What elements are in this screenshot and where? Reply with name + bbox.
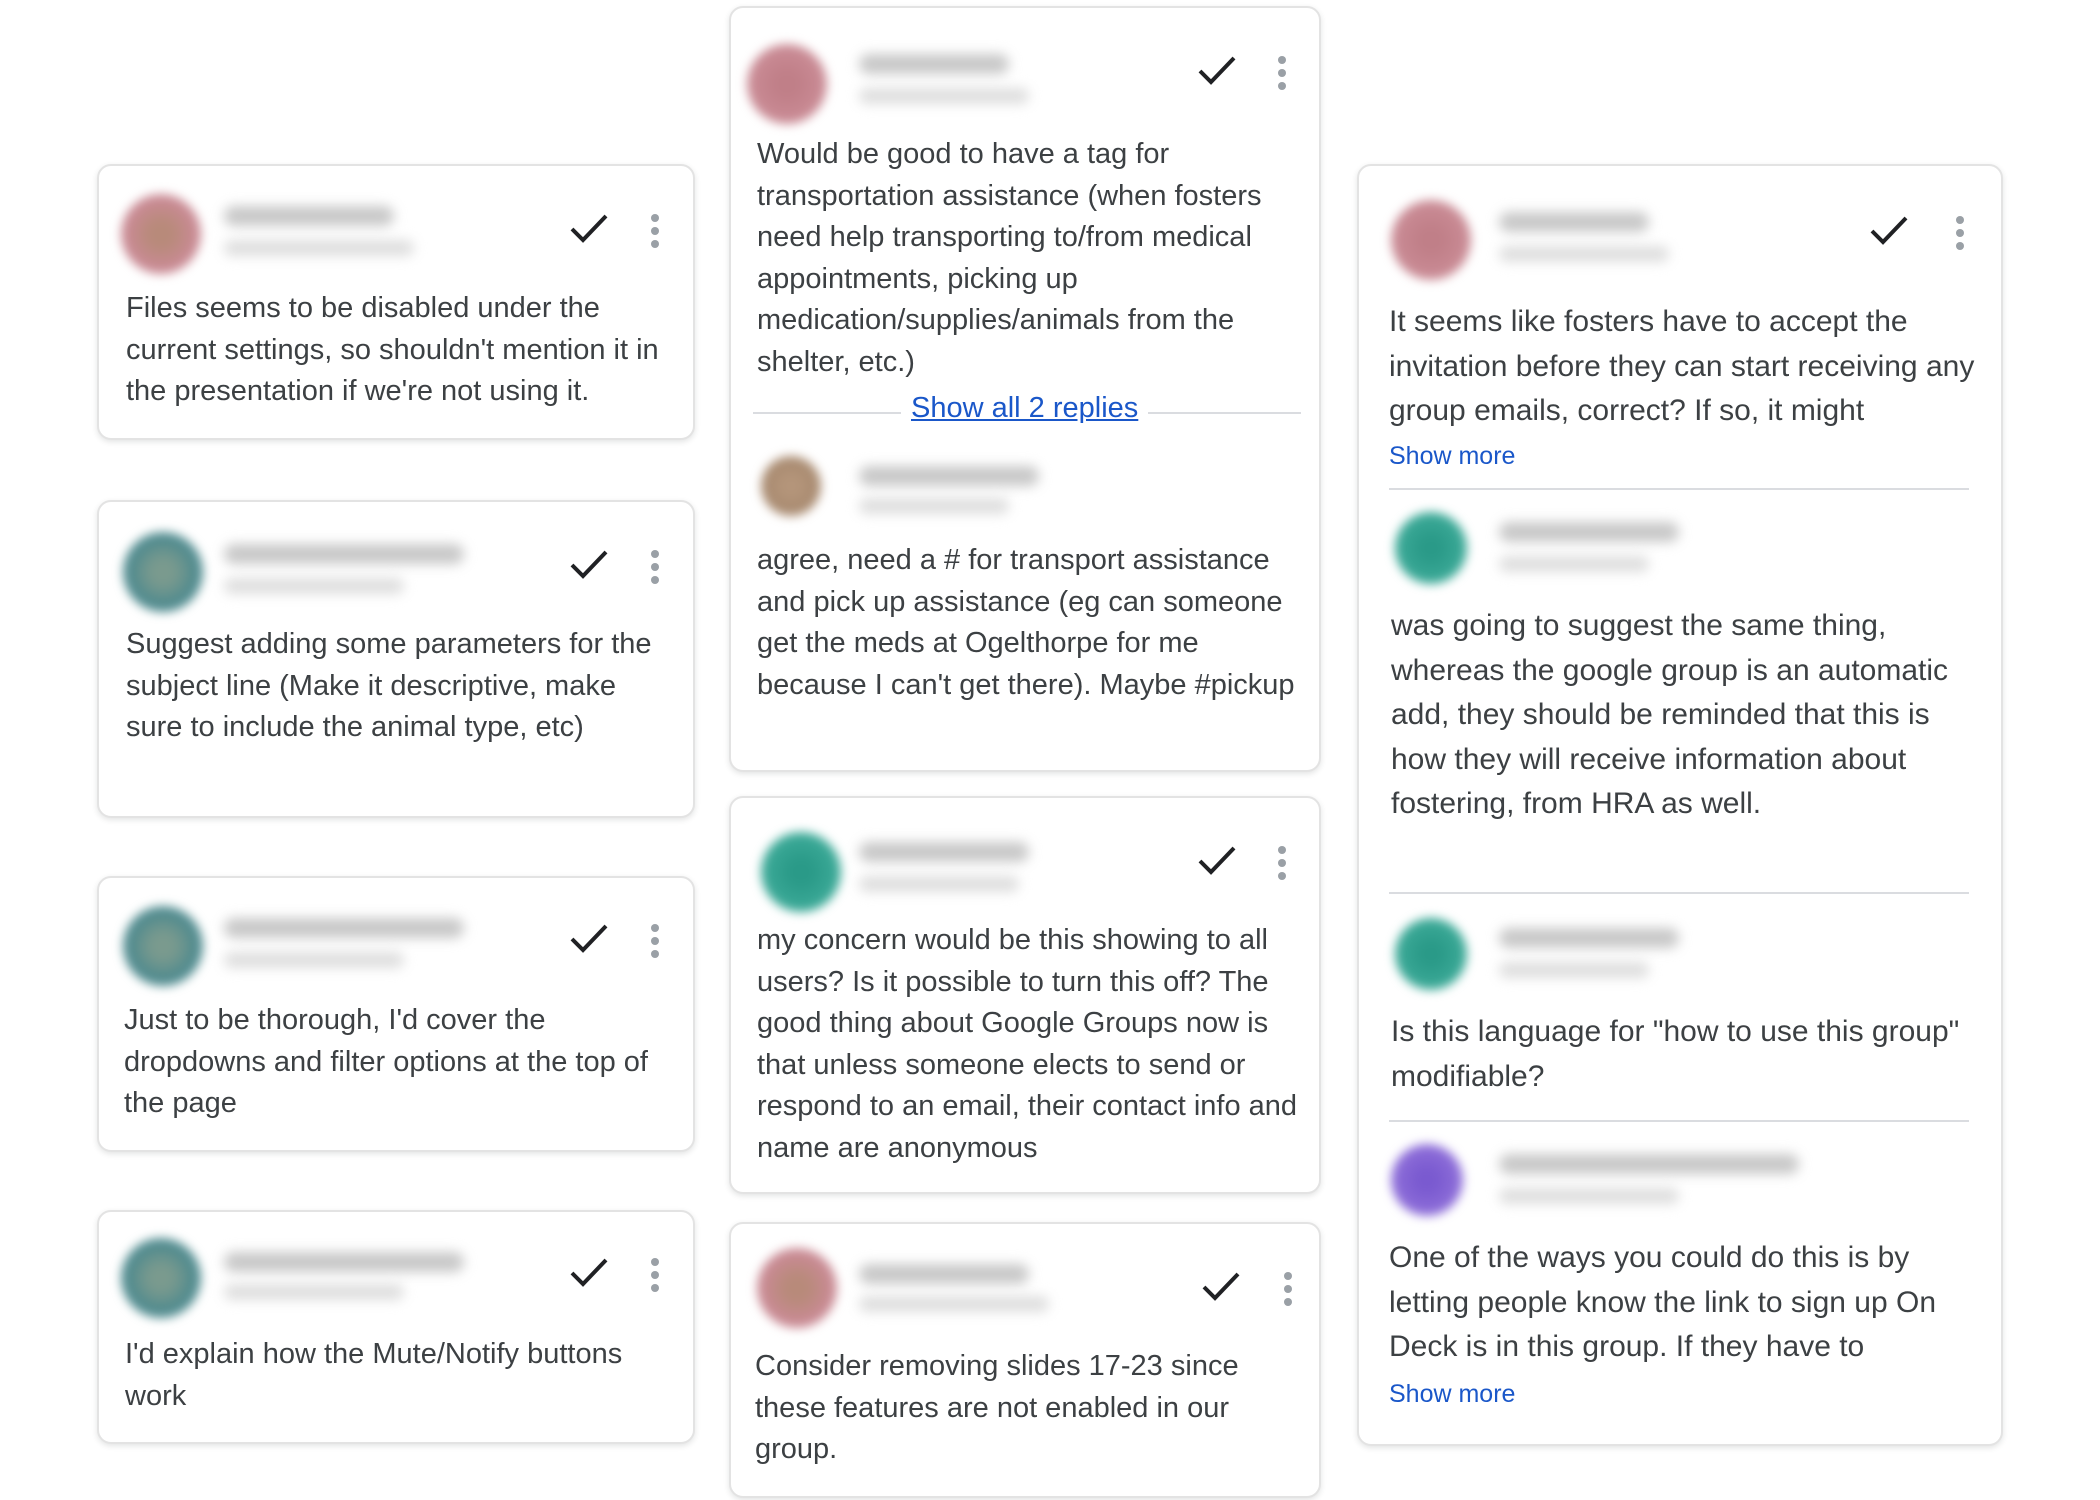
avatar [747,44,827,124]
reply-author-name [859,466,1039,486]
more-vert-icon[interactable] [648,214,662,254]
author-name [224,206,394,226]
checkmark-icon[interactable] [569,548,609,580]
comment-thread-card: It seems like fosters have to accept the… [1357,164,2003,1446]
checkmark-icon[interactable] [569,212,609,244]
reply-text: was going to suggest the same thing, whe… [1391,609,1949,820]
show-replies-link[interactable]: Show all 2 replies [901,392,1149,425]
comment-card: Suggest adding some parameters for the s… [97,500,695,818]
avatar [121,1238,201,1318]
reply-text-clip: One of the ways you could do this is by … [1389,1236,1979,1368]
comment-text: Suggest adding some parameters for the s… [126,628,652,743]
reply-text: One of the ways you could do this is by … [1389,1241,1937,1363]
reply-text: Is this language for "how to use this gr… [1391,1015,1960,1093]
comment-text: my concern would be this showing to all … [757,924,1298,1164]
timestamp [1499,246,1669,262]
reply-timestamp [1499,1188,1679,1204]
more-vert-icon[interactable] [648,1258,662,1298]
timestamp [859,876,1019,892]
checkmark-icon[interactable] [1197,54,1237,86]
reply-timestamp [859,498,1009,514]
reply-author-name [1499,1154,1799,1174]
comment-text: Consider removing slides 17-23 since the… [755,1350,1239,1465]
avatar [761,832,841,912]
comment-text: Files seems to be disabled under the cur… [126,292,659,407]
avatar [123,906,203,986]
avatar [1391,200,1471,280]
comment-card: Consider removing slides 17-23 since the… [729,1222,1321,1498]
comment-card: I'd explain how the Mute/Notify buttons … [97,1210,695,1444]
author-name [224,918,464,938]
more-vert-icon[interactable] [1953,216,1967,256]
reply-divider [1389,892,1969,894]
author-name [1499,212,1649,232]
timestamp [224,240,414,256]
comment-text: Just to be thorough, I'd cover the dropd… [124,1004,648,1119]
author-name [859,1264,1029,1284]
timestamp [224,952,404,968]
checkmark-icon[interactable] [569,1256,609,1288]
avatar [123,532,203,612]
reply-timestamp [1499,962,1649,978]
comment-card: Just to be thorough, I'd cover the dropd… [97,876,695,1152]
more-vert-icon[interactable] [1281,1272,1295,1312]
author-name [224,1252,464,1272]
author-name [859,54,1009,74]
reply-timestamp [1499,556,1649,572]
timestamp [224,578,404,594]
reply-avatar [1395,512,1467,584]
reply-avatar [1391,1144,1463,1216]
reply-divider [1389,1120,1969,1122]
author-name [224,544,464,564]
avatar [121,194,201,274]
reply-avatar [761,456,821,516]
reply-divider [1389,488,1969,490]
checkmark-icon[interactable] [569,922,609,954]
more-vert-icon[interactable] [1275,846,1289,886]
comment-text: Would be good to have a tag for transpor… [757,138,1262,378]
comment-card: Files seems to be disabled under the cur… [97,164,695,440]
show-more-link[interactable]: Show more [1389,442,1515,471]
author-name [859,842,1029,862]
more-vert-icon[interactable] [648,550,662,590]
timestamp [224,1284,404,1300]
comment-text: I'd explain how the Mute/Notify buttons … [125,1338,623,1412]
timestamp [859,1296,1049,1312]
more-vert-icon[interactable] [648,924,662,964]
reply-avatar [1395,918,1467,990]
checkmark-icon[interactable] [1197,844,1237,876]
show-more-link[interactable]: Show more [1389,1380,1515,1409]
avatar [757,1248,837,1328]
comment-text-clip: It seems like fosters have to accept the… [1389,300,1979,432]
more-vert-icon[interactable] [1275,56,1289,96]
timestamp [859,88,1029,104]
checkmark-icon[interactable] [1201,1270,1241,1302]
reply-author-name [1499,928,1679,948]
comment-text: It seems like fosters have to accept the… [1389,305,1975,427]
comment-thread-card: Would be good to have a tag for transpor… [729,6,1321,772]
comment-card: my concern would be this showing to all … [729,796,1321,1194]
reply-author-name [1499,522,1679,542]
checkmark-icon[interactable] [1869,214,1909,246]
reply-text: agree, need a # for transport assistance… [757,544,1295,701]
